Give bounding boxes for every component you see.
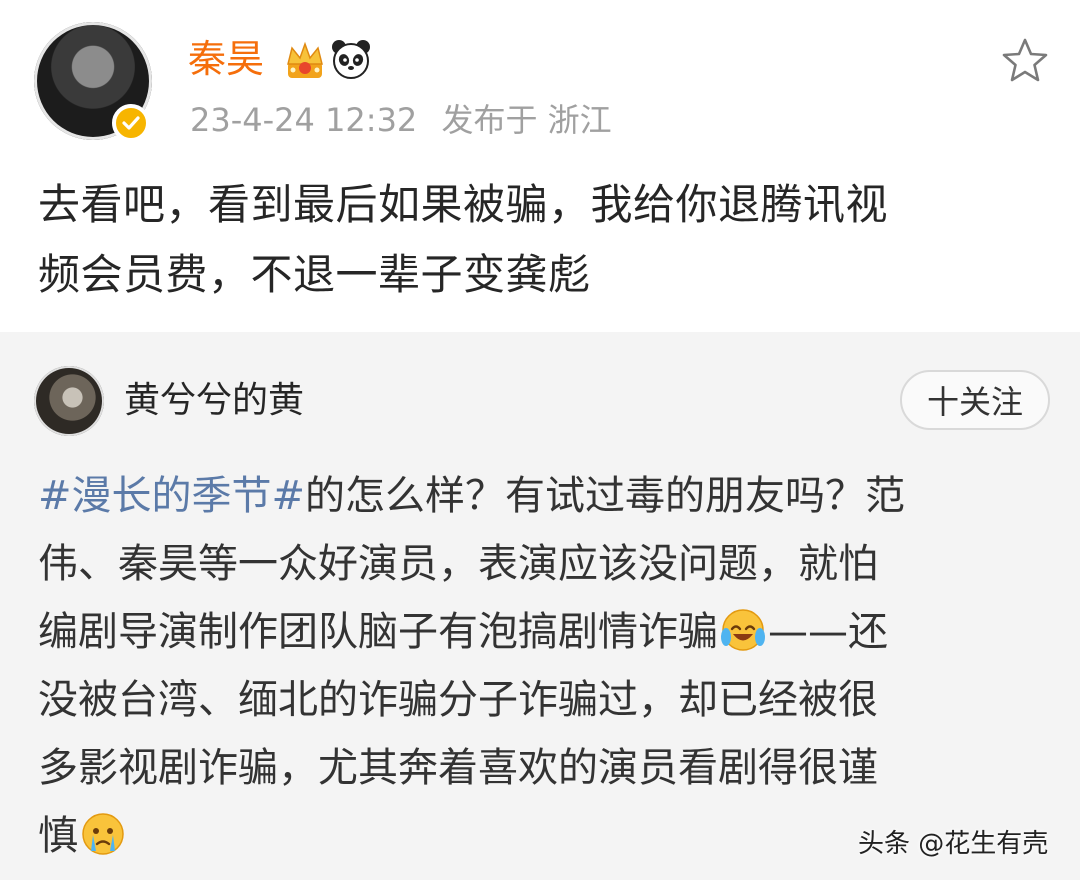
crying-emoji-icon: [82, 813, 124, 855]
post-meta: 23-4-24 12:32 发布于 浙江: [190, 98, 612, 142]
repost-text-segment: 慎: [38, 813, 78, 859]
post-text-line: 频会员费，不退一辈子变龚彪: [38, 250, 591, 299]
hashtag-link[interactable]: #漫长的季节#: [38, 473, 305, 519]
repost-text-line: 编剧导演制作团队脑子有泡搞剧情诈骗 ——还: [38, 598, 1048, 666]
favorite-star-icon[interactable]: [1000, 36, 1050, 86]
repost-text: #漫长的季节#的怎么样？有试过毒的朋友吗？范 伟、秦昊等一众好演员，表演应该没问…: [38, 462, 1048, 870]
repost-text-segment: ——还: [768, 609, 888, 655]
author-name[interactable]: 秦昊: [188, 36, 264, 82]
repost-text-segment: 编剧导演制作团队脑子有泡搞剧情诈骗: [38, 609, 718, 655]
crown-icon: [287, 41, 323, 78]
repost-author-avatar[interactable]: [34, 366, 104, 436]
repost-text-segment: 的怎么样？有试过毒的朋友吗？范: [305, 473, 906, 519]
repost-text-line: #漫长的季节#的怎么样？有试过毒的朋友吗？范: [38, 462, 1048, 530]
repost-text-line: 没被台湾、缅北的诈骗分子诈骗过，却已经被很: [38, 677, 878, 723]
repost-text-line: 多影视剧诈骗，尤其奔着喜欢的演员看剧得很谨: [38, 745, 878, 791]
post-text-line: 去看吧，看到最后如果被骗，我给你退腾讯视: [38, 180, 889, 229]
post-location: 发布于 浙江: [441, 101, 612, 139]
laugh-cry-emoji-icon: [721, 609, 765, 651]
post-timestamp: 23-4-24 12:32: [190, 101, 418, 139]
watermark: 头条 @花生有壳: [858, 829, 1049, 859]
repost-text-line: 伟、秦昊等一众好演员，表演应该没问题，就怕: [38, 541, 878, 587]
post-text: 去看吧，看到最后如果被骗，我给你退腾讯视 频会员费，不退一辈子变龚彪: [38, 170, 1058, 310]
verified-badge-icon: [112, 104, 150, 142]
follow-button[interactable]: 十关注: [900, 370, 1050, 430]
panda-icon: [332, 40, 370, 79]
repost-author-name[interactable]: 黄兮兮的黄: [124, 378, 304, 424]
